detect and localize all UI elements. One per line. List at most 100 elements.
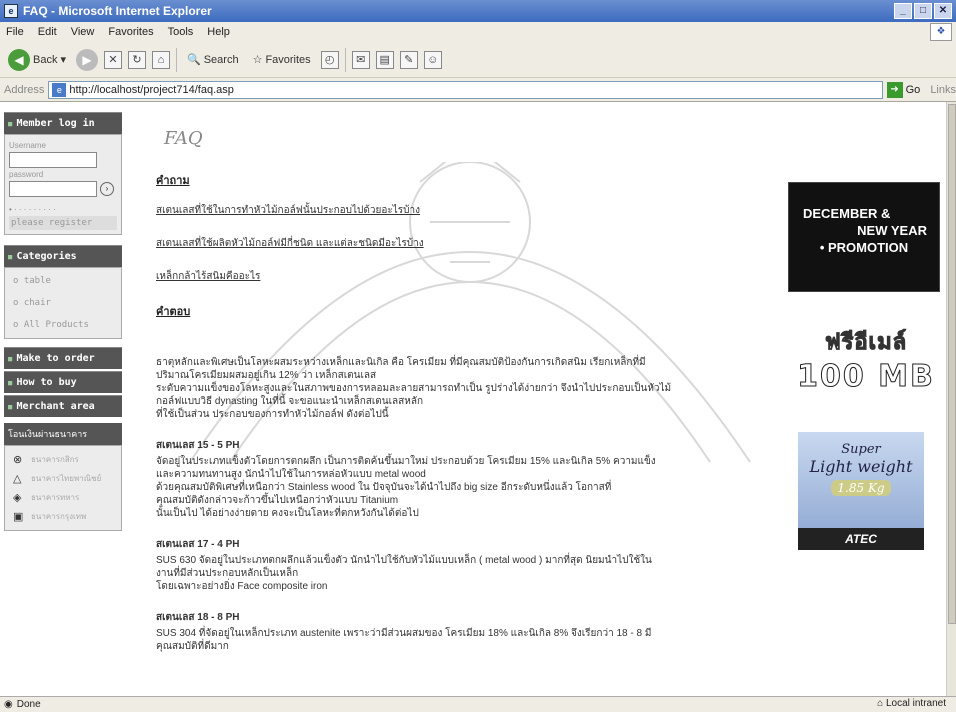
links-label[interactable]: Links: [930, 84, 956, 96]
search-button[interactable]: 🔍 Search: [183, 51, 243, 68]
address-bar: Address e http://localhost/project714/fa…: [0, 78, 956, 102]
menu-help[interactable]: Help: [207, 26, 230, 38]
page-done-icon: ◉: [4, 699, 13, 710]
zone-label: Local intranet: [885, 698, 946, 709]
messenger-icon[interactable]: ☺: [423, 50, 442, 69]
minimize-button[interactable]: _: [894, 3, 912, 19]
answer-line: ระดับความแข็งของโลหะสูงและในสภาพของการหล…: [156, 383, 672, 394]
faq-content: FAQ คำถาม สเตนเลสที่ใช้ในการทำหัวไม้กอล์…: [156, 128, 776, 671]
merchant-area-link[interactable]: Merchant area: [4, 395, 122, 417]
answer-subheading: สเตนเลส 18 - 8 PH: [156, 612, 240, 623]
menu-favorites[interactable]: Favorites: [108, 26, 153, 38]
question-heading: คำถาม: [156, 175, 190, 187]
menu-view[interactable]: View: [71, 26, 95, 38]
favorites-label: Favorites: [265, 53, 311, 66]
answer-heading: คำตอบ: [156, 306, 191, 318]
kasikorn-bank-icon: ⊗: [13, 454, 23, 466]
answer-line: นั้นเป็นไป ได้อย่างง่ายดาย คงจะเป็นโลหะท…: [156, 508, 419, 519]
back-label: Back: [33, 53, 58, 66]
free-email-banner[interactable]: ฟรีอีเมล์ 100 MB: [788, 324, 944, 395]
answer-paragraph: ธาตุหลักและพิเศษเป็นโลหะผสมระหว่างเหล็กแ…: [156, 356, 776, 421]
edit-icon[interactable]: ✎: [399, 50, 418, 69]
answer-line: ที่ใช้เป็นส่วน ประกอบของการทำหัวไม้กอล์ฟ…: [156, 409, 389, 420]
go-label: Go: [905, 83, 921, 96]
category-table[interactable]: o table: [9, 270, 117, 292]
stop-icon[interactable]: ✕: [104, 50, 122, 69]
vertical-scrollbar[interactable]: [946, 102, 956, 696]
question-link[interactable]: เหล็กกล้าไร้สนิมคืออะไร: [156, 269, 776, 284]
page-viewport: Member log in Username password › • · · …: [0, 102, 946, 696]
bank-transfer-heading: โอนเงินผ่านธนาคาร: [4, 423, 122, 445]
page-icon: e: [52, 82, 67, 97]
password-field[interactable]: [9, 181, 97, 197]
home-icon[interactable]: ⌂: [152, 50, 170, 69]
go-button[interactable]: ➜ Go: [886, 81, 921, 98]
window-controls: _ □ ✕: [894, 3, 952, 19]
ad-super: Super: [841, 442, 881, 457]
intranet-icon: ⌂: [877, 698, 886, 709]
menu-edit[interactable]: Edit: [38, 26, 57, 38]
register-link[interactable]: please register: [9, 216, 117, 230]
title-bar[interactable]: e FAQ - Microsoft Internet Explorer _ □ …: [0, 0, 956, 22]
promotion-banner[interactable]: DECEMBER & NEW YEAR • PROMOTION: [788, 182, 940, 292]
refresh-icon[interactable]: ↻: [128, 50, 146, 69]
member-login-heading: Member log in: [4, 112, 122, 134]
question-link[interactable]: สเตนเลสที่ใช้ในการทำหัวไม้กอล์ฟนั้นประกอ…: [156, 203, 776, 218]
close-button[interactable]: ✕: [934, 3, 952, 19]
address-input[interactable]: e http://localhost/project714/faq.asp: [48, 80, 883, 99]
golf-club-ad[interactable]: Super Light weight 1.85 Kg ATEC: [798, 432, 924, 550]
search-label: Search: [203, 53, 239, 66]
answer-subheading: สเตนเลส 17 - 4 PH: [156, 539, 240, 550]
promo-line: NEW YEAR: [857, 223, 927, 238]
answer-line: ด้วยคุณสมบัติพิเศษที่เหนือกว่า Stainless…: [156, 482, 612, 493]
back-button[interactable]: ◀ Back ▾: [4, 47, 70, 73]
bank-item[interactable]: ▣ ธนาคารกรุงเทพ: [9, 507, 117, 526]
answer-line: โดยเฉพาะอย่างยิ่ง Face composite iron: [156, 581, 328, 592]
windows-logo-icon: ❖: [930, 23, 952, 41]
username-label: Username: [9, 141, 46, 150]
menu-bar: File Edit View Favorites Tools Help ❖: [0, 22, 956, 42]
go-arrow-icon: ➜: [886, 81, 903, 98]
toolbar-separator: [344, 47, 346, 72]
separator-dots: • · · · · · · · · ·: [9, 205, 56, 214]
answer-line: และความทนทานสูง นักนำไปใช้ในการหล่อหัวแบ…: [156, 469, 426, 480]
answer-paragraph: สเตนเลส 15 - 5 PH จัดอยู่ในประเภทแข็งตัว…: [156, 439, 776, 520]
ad-column: DECEMBER & NEW YEAR • PROMOTION ฟรีอีเมล…: [788, 182, 944, 550]
bank-item[interactable]: ◈ ธนาคารทหาร: [9, 488, 117, 507]
bank-item[interactable]: △ ธนาคารไทยพาณิชย์: [9, 469, 117, 488]
star-icon: ☆: [252, 54, 263, 66]
faq-logo: FAQ: [164, 128, 203, 149]
password-row: ›: [9, 179, 117, 199]
categories-heading: Categories: [4, 245, 122, 267]
mail-icon[interactable]: ✉: [351, 50, 370, 69]
category-all-products[interactable]: o All Products: [9, 314, 117, 336]
answer-paragraph: สเตนเลส 18 - 8 PH SUS 304 ที่จัดอยู่ในเห…: [156, 611, 776, 653]
bank-item[interactable]: ⊗ ธนาคารกสิกร: [9, 450, 117, 469]
bank-name: ธนาคารกรุงเทพ: [31, 512, 87, 521]
history-icon[interactable]: ◴: [320, 50, 339, 69]
back-arrow-icon: ◀: [8, 48, 30, 71]
make-to-order-link[interactable]: Make to order: [4, 347, 122, 369]
maximize-button[interactable]: □: [914, 3, 932, 19]
toolbar: ◀ Back ▾ ▶ ✕ ↻ ⌂ 🔍 Search ☆ Favorites ◴ …: [0, 42, 956, 78]
forward-button[interactable]: ▶: [76, 48, 98, 71]
favorites-button[interactable]: ☆ Favorites: [249, 51, 315, 68]
bank-name: ธนาคารไทยพาณิชย์: [31, 474, 102, 483]
answer-line: กอล์ฟแบบวิธี dynasting ในที่นี้ จะขอแนะน…: [156, 396, 424, 407]
print-icon[interactable]: ▤: [375, 50, 394, 69]
menu-tools[interactable]: Tools: [168, 26, 194, 38]
address-label: Address: [4, 83, 45, 96]
how-to-buy-link[interactable]: How to buy: [4, 371, 122, 393]
category-chair[interactable]: o chair: [9, 292, 117, 314]
question-link[interactable]: สเตนเลสที่ใช้ผลิตหัวไม้กอล์ฟมีกี่ชนิด แล…: [156, 236, 776, 251]
scrollbar-thumb[interactable]: [948, 104, 956, 624]
free-email-label: ฟรีอีเมล์: [824, 330, 908, 356]
search-icon: 🔍: [187, 54, 201, 66]
toolbar-separator: [176, 47, 177, 72]
login-go-icon[interactable]: ›: [100, 182, 114, 196]
dropdown-icon: ▾: [60, 54, 66, 66]
login-box: Username password › • · · · · · · · · · …: [4, 134, 122, 235]
username-field[interactable]: [9, 152, 97, 168]
menu-file[interactable]: File: [6, 26, 24, 38]
window-title: FAQ - Microsoft Internet Explorer: [23, 4, 212, 18]
